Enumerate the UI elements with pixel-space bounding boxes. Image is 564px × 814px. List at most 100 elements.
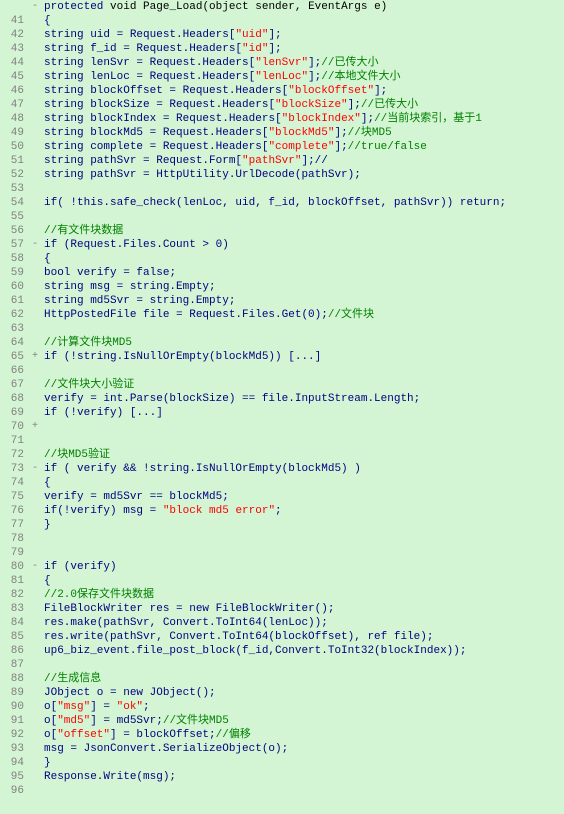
code-text: msg = JsonConvert.SerializeObject(o); xyxy=(42,742,288,756)
code-line: 65 + if (!string.IsNullOrEmpty(blockMd5)… xyxy=(0,350,564,364)
code-text: o["offset"] = blockOffset;//偏移 xyxy=(42,728,251,742)
line-number: 55 xyxy=(0,210,28,224)
code-text: o["md5"] = md5Svr;//文件块MD5 xyxy=(42,714,229,728)
code-text: FileBlockWriter res = new FileBlockWrite… xyxy=(42,602,334,616)
line-number: 62 xyxy=(0,308,28,322)
line-number: 46 xyxy=(0,84,28,98)
code-text: res.write(pathSvr, Convert.ToInt64(block… xyxy=(42,630,433,644)
code-line: 72 //块MD5验证 xyxy=(0,448,564,462)
code-line: 43 string f_id = Request.Headers["id"]; xyxy=(0,42,564,56)
line-number: 83 xyxy=(0,602,28,616)
line-number: 50 xyxy=(0,140,28,154)
line-number: 70 xyxy=(0,420,28,434)
code-line: 77 } xyxy=(0,518,564,532)
code-line: 62 HttpPostedFile file = Request.Files.G… xyxy=(0,308,564,322)
code-line: 67 //文件块大小验证 xyxy=(0,378,564,392)
code-line: 52 string pathSvr = HttpUtility.UrlDecod… xyxy=(0,168,564,182)
code-text: up6_biz_event.file_post_block(f_id,Conve… xyxy=(42,644,466,658)
code-text: { xyxy=(42,476,51,490)
code-line: 64 //计算文件块MD5 xyxy=(0,336,564,350)
fold-button[interactable]: - xyxy=(28,462,42,476)
line-number: 58 xyxy=(0,252,28,266)
code-text: } xyxy=(42,756,51,770)
fold-button[interactable]: - xyxy=(28,560,42,574)
code-text: //块MD5验证 xyxy=(42,448,110,462)
protected-keyword: protected xyxy=(44,1,103,13)
line-number: 64 xyxy=(0,336,28,350)
code-line: 42 string uid = Request.Headers["uid"]; xyxy=(0,28,564,42)
code-text: //文件块大小验证 xyxy=(42,378,134,392)
line-number: 48 xyxy=(0,112,28,126)
code-line: 85 res.write(pathSvr, Convert.ToInt64(bl… xyxy=(0,630,564,644)
code-text: string pathSvr = Request.Form["pathSvr"]… xyxy=(42,154,328,168)
code-text: if (!verify) [...] xyxy=(42,406,163,420)
code-line: 89 JObject o = new JObject(); xyxy=(0,686,564,700)
line-number: 88 xyxy=(0,672,28,686)
line-number: 63 xyxy=(0,322,28,336)
code-text: if (Request.Files.Count > 0) xyxy=(42,238,229,252)
line-number: 68 xyxy=(0,392,28,406)
fold-button[interactable]: + xyxy=(28,350,42,364)
line-number: 77 xyxy=(0,518,28,532)
fold-button[interactable]: - xyxy=(28,0,42,14)
code-text: HttpPostedFile file = Request.Files.Get(… xyxy=(42,308,374,322)
line-number: 95 xyxy=(0,770,28,784)
code-text: res.make(pathSvr, Convert.ToInt64(lenLoc… xyxy=(42,616,328,630)
code-text: if(!verify) msg = "block md5 error"; xyxy=(42,504,282,518)
line-number: 96 xyxy=(0,784,28,798)
code-line: 90 o["msg"] = "ok"; xyxy=(0,700,564,714)
code-editor: - protected void Page_Load(object sender… xyxy=(0,0,564,798)
code-text: protected void Page_Load(object sender, … xyxy=(42,0,387,14)
code-line: 94 } xyxy=(0,756,564,770)
code-text: bool verify = false; xyxy=(42,266,176,280)
code-text: //2.0保存文件块数据 xyxy=(42,588,154,602)
line-number: 80 xyxy=(0,560,28,574)
code-line: 51 string pathSvr = Request.Form["pathSv… xyxy=(0,154,564,168)
code-text: string f_id = Request.Headers["id"]; xyxy=(42,42,282,56)
fold-button[interactable]: - xyxy=(28,238,42,252)
line-number: 86 xyxy=(0,644,28,658)
code-line: 76 if(!verify) msg = "block md5 error"; xyxy=(0,504,564,518)
code-text: string blockSize = Request.Headers["bloc… xyxy=(42,98,418,112)
code-line: 69 if (!verify) [...] xyxy=(0,406,564,420)
code-line: 92 o["offset"] = blockOffset;//偏移 xyxy=(0,728,564,742)
code-text: Response.Write(msg); xyxy=(42,770,176,784)
code-line: 55 xyxy=(0,210,564,224)
line-number: 60 xyxy=(0,280,28,294)
line-number: 71 xyxy=(0,434,28,448)
line-number: 69 xyxy=(0,406,28,420)
line-number: 78 xyxy=(0,532,28,546)
line-number: 53 xyxy=(0,182,28,196)
code-text: o["msg"] = "ok"; xyxy=(42,700,150,714)
line-number: 57 xyxy=(0,238,28,252)
code-line: 58 { xyxy=(0,252,564,266)
line-number: 65 xyxy=(0,350,28,364)
code-text: JObject o = new JObject(); xyxy=(42,686,216,700)
line-number: 73 xyxy=(0,462,28,476)
code-text: } xyxy=(42,518,51,532)
code-line: 61 string md5Svr = string.Empty; xyxy=(0,294,564,308)
fold-button[interactable]: + xyxy=(28,420,42,434)
line-number: 52 xyxy=(0,168,28,182)
code-line: 78 xyxy=(0,532,564,546)
line-number: 56 xyxy=(0,224,28,238)
code-line: 79 xyxy=(0,546,564,560)
code-line: 53 xyxy=(0,182,564,196)
code-text: { xyxy=(42,574,51,588)
line-number: 84 xyxy=(0,616,28,630)
line-number: 47 xyxy=(0,98,28,112)
line-number: 49 xyxy=(0,126,28,140)
code-text: if (!string.IsNullOrEmpty(blockMd5)) [..… xyxy=(42,350,321,364)
code-line: 83 FileBlockWriter res = new FileBlockWr… xyxy=(0,602,564,616)
code-text: string lenLoc = Request.Headers["lenLoc"… xyxy=(42,70,400,84)
code-text: string uid = Request.Headers["uid"]; xyxy=(42,28,282,42)
line-number: 45 xyxy=(0,70,28,84)
line-number: 43 xyxy=(0,42,28,56)
line-number: 82 xyxy=(0,588,28,602)
line-number: 91 xyxy=(0,714,28,728)
code-text: //生成信息 xyxy=(42,672,101,686)
code-line: 59 bool verify = false; xyxy=(0,266,564,280)
code-line: 91 o["md5"] = md5Svr;//文件块MD5 xyxy=(0,714,564,728)
code-line: 41 { xyxy=(0,14,564,28)
code-line: 95 Response.Write(msg); xyxy=(0,770,564,784)
